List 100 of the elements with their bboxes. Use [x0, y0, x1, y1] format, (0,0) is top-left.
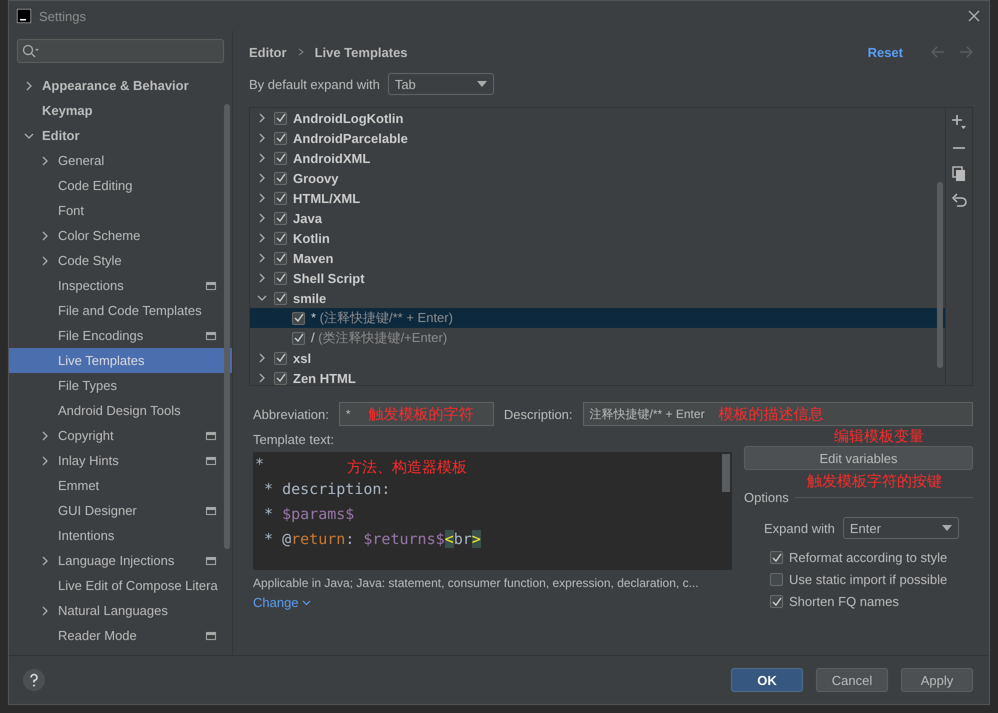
chevron-right-icon[interactable]	[40, 456, 50, 466]
tree-row[interactable]: AndroidXML	[250, 148, 945, 168]
breadcrumb-item: Editor	[249, 44, 287, 60]
checkbox[interactable]	[274, 172, 287, 184]
sidebar-item[interactable]: Appearance & Behavior	[9, 73, 232, 98]
sidebar-item[interactable]: Reader Mode	[9, 623, 232, 648]
sidebar-item[interactable]: Emmet	[9, 473, 232, 498]
sidebar-item[interactable]: General	[9, 148, 232, 173]
checkbox[interactable]	[274, 372, 287, 384]
tree-row[interactable]: Groovy	[250, 168, 945, 188]
dialog-button[interactable]: OK	[731, 668, 803, 692]
tree-row[interactable]: Shell Script	[250, 268, 945, 288]
tree-row[interactable]: Zen HTML	[250, 368, 945, 385]
code-line: * $params$	[263, 504, 354, 525]
chevron-right-icon[interactable]	[40, 430, 50, 440]
sidebar-item[interactable]: Editor	[9, 123, 232, 148]
search-field[interactable]	[17, 39, 224, 63]
tree-row[interactable]: AndroidParcelable	[250, 128, 945, 148]
close-icon[interactable]	[967, 9, 981, 23]
chevron-down-icon[interactable]	[257, 293, 267, 303]
window-title: Settings	[39, 8, 87, 24]
sidebar-item[interactable]: Code Editing	[9, 173, 232, 198]
sidebar-item[interactable]: File Encodings	[9, 323, 232, 348]
checkbox[interactable]	[274, 132, 287, 144]
checkbox[interactable]	[292, 332, 305, 344]
options-heading: Options	[744, 490, 789, 505]
checkbox[interactable]	[274, 292, 287, 304]
sidebar-item[interactable]: Keymap	[9, 98, 232, 123]
chevron-down-icon[interactable]	[302, 600, 311, 606]
checkbox[interactable]	[274, 232, 287, 244]
tree-row[interactable]: Java	[250, 208, 945, 228]
expand-dropdown[interactable]: Tab	[388, 73, 494, 95]
sidebar-item[interactable]: File Types	[9, 373, 232, 398]
abbreviation-field[interactable]: * 触发模板的字符	[338, 402, 494, 426]
tree-row[interactable]: smile	[250, 288, 945, 308]
tree-row[interactable]: Kotlin	[250, 228, 945, 248]
annotation: 模板的描述信息	[718, 404, 824, 424]
annotation: 方法、构造器模板	[347, 458, 467, 477]
sidebar-item[interactable]: Color Scheme	[9, 223, 232, 248]
sidebar-item[interactable]: Code Style	[9, 248, 232, 273]
template-text-label: Template text:	[253, 432, 335, 447]
checkbox[interactable]	[274, 212, 287, 224]
checkbox[interactable]	[274, 152, 287, 164]
sidebar-item[interactable]: Inspections	[9, 273, 232, 298]
checkbox[interactable]	[274, 192, 287, 204]
edit-variables-button[interactable]: Edit variables	[744, 446, 973, 470]
code-line: *	[254, 454, 264, 475]
reset-link[interactable]: Reset	[868, 44, 903, 60]
description-label: Description:	[504, 406, 573, 422]
search-icon	[22, 44, 40, 58]
chevron-right-icon[interactable]	[40, 230, 50, 240]
chevron-down-icon[interactable]	[24, 130, 34, 140]
sidebar-item[interactable]: Copyright	[9, 423, 232, 448]
description-field[interactable]: 注释快捷键/** + Enter 模板的描述信息	[582, 402, 973, 426]
tree-row[interactable]: Maven	[250, 248, 945, 268]
chevron-right-icon[interactable]	[40, 606, 50, 616]
checkbox[interactable]	[274, 252, 287, 264]
chevron-right-icon[interactable]	[40, 156, 50, 166]
checkbox[interactable]	[274, 112, 287, 124]
tree-row[interactable]: * (注释快捷键/** + Enter)	[250, 308, 945, 328]
sidebar-item[interactable]: GUI Designer	[9, 498, 232, 523]
checkbox[interactable]	[292, 312, 305, 324]
expand-with-dropdown[interactable]: Enter	[842, 517, 959, 539]
dialog-button[interactable]: Apply	[901, 668, 973, 692]
scrollbar[interactable]	[937, 182, 943, 368]
sidebar-item[interactable]: Inlay Hints	[9, 448, 232, 473]
applicable-text: Applicable in Java; Java: statement, consumer function, expression, declaration, c...	[253, 576, 700, 590]
sidebar-item[interactable]: Live Edit of Compose Litera	[9, 573, 232, 598]
dialog-button[interactable]: Cancel	[816, 668, 888, 692]
sidebar-item[interactable]: Font	[9, 198, 232, 223]
template-editor[interactable]: * 方法、构造器模板 * description: * $params$ * @return: $returns$<br>	[253, 452, 732, 570]
sidebar-item[interactable]: File and Code Templates	[9, 298, 232, 323]
change-link[interactable]: Change	[253, 595, 732, 610]
code-line: * @return: $returns$<br>	[263, 529, 481, 550]
sidebar-item[interactable]: Android Design Tools	[9, 398, 232, 423]
scrollbar[interactable]	[722, 454, 730, 492]
tree-row[interactable]: xsl	[250, 348, 945, 368]
chevron-right-icon[interactable]	[24, 80, 34, 90]
sidebar-item[interactable]: Language Injections	[9, 548, 232, 573]
checkbox[interactable]	[274, 352, 287, 364]
code-line: * description:	[263, 479, 390, 500]
checkbox-label: Use static import if possible	[789, 572, 948, 587]
checkbox[interactable]	[770, 573, 783, 586]
annotation: 编辑模板变量	[834, 427, 924, 446]
undo-icon[interactable]	[951, 192, 967, 208]
checkbox[interactable]	[770, 595, 783, 608]
sidebar-item[interactable]: Intentions	[9, 523, 232, 548]
copy-icon[interactable]	[951, 166, 967, 182]
tree-row[interactable]: / (类注释快捷键/+Enter)	[250, 328, 945, 348]
sidebar-item[interactable]: Natural Languages	[9, 598, 232, 623]
add-icon[interactable]	[951, 114, 967, 130]
tree-row[interactable]: AndroidLogKotlin	[250, 108, 945, 128]
chevron-right-icon	[296, 48, 305, 56]
checkbox[interactable]	[770, 551, 783, 564]
checkbox[interactable]	[274, 272, 287, 284]
tree-row[interactable]: HTML/XML	[250, 188, 945, 208]
chevron-right-icon[interactable]	[40, 256, 50, 266]
scrollbar[interactable]	[224, 104, 230, 549]
chevron-right-icon[interactable]	[40, 556, 50, 566]
sidebar-item[interactable]: Live Templates	[9, 348, 232, 373]
